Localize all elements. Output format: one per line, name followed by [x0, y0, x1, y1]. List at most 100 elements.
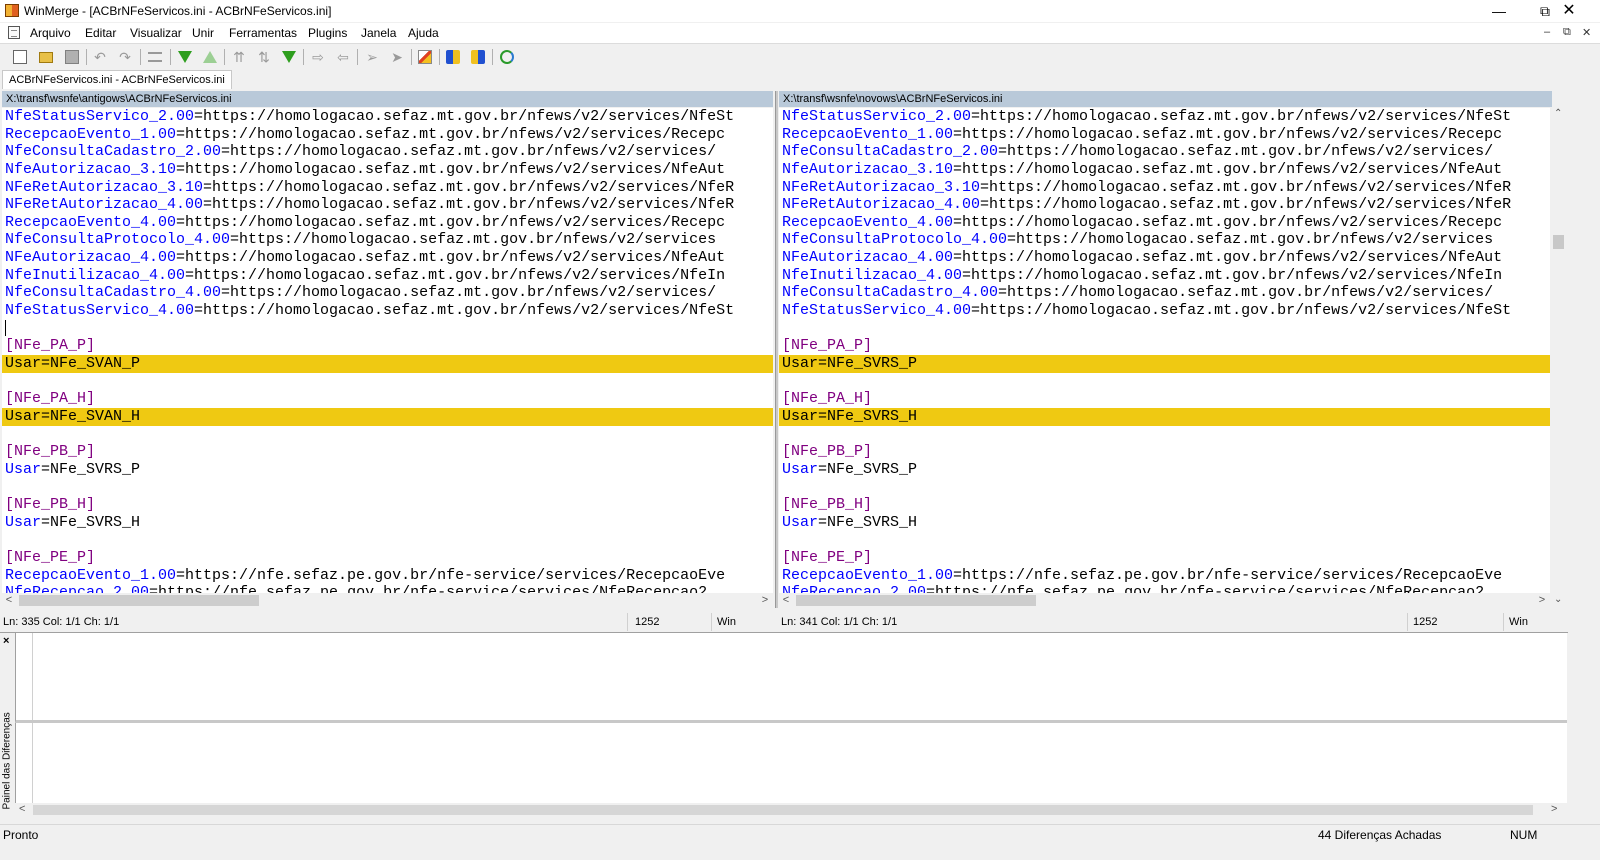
code-line[interactable]: NfeConsultaCadastro_2.00=https://homolog…	[779, 143, 1550, 161]
redo-icon[interactable]: ↷	[115, 47, 135, 67]
save-icon[interactable]	[62, 47, 82, 67]
diff-line[interactable]: Usar=NFe_SVAN_H	[2, 407, 773, 426]
code-line[interactable]	[2, 531, 773, 549]
right-pane-editor[interactable]: NfeStatusServico_2.00=https://homologaca…	[779, 108, 1550, 593]
copy-left-icon[interactable]: ⇦	[333, 47, 353, 67]
code-line[interactable]	[779, 320, 1550, 338]
code-line[interactable]	[779, 426, 1550, 444]
document-tab[interactable]: ACBrNFeServicos.ini - ACBrNFeServicos.in…	[2, 70, 232, 89]
vertical-scroll-thumb[interactable]	[1553, 235, 1564, 249]
diff-line[interactable]: Usar=NFe_SVRS_H	[779, 407, 1550, 426]
scroll-right-icon[interactable]: >	[758, 593, 772, 608]
code-line[interactable]: NFeRetAutorizacao_3.10=https://homologac…	[779, 179, 1550, 197]
menu-janela[interactable]: Janela	[361, 26, 396, 40]
code-line[interactable]: NfeInutilizacao_4.00=https://homologacao…	[2, 267, 773, 285]
code-line[interactable]	[779, 531, 1550, 549]
current-diff-icon[interactable]: ⇅	[254, 47, 274, 67]
code-line[interactable]	[2, 373, 773, 391]
code-line[interactable]: NfeStatusServico_4.00=https://homologaca…	[2, 302, 773, 320]
last-diff-icon[interactable]	[279, 47, 299, 67]
scroll-right-icon[interactable]: >	[1535, 593, 1549, 608]
scroll-left-icon[interactable]: <	[2, 593, 16, 608]
code-line[interactable]: NfeAutorizacao_3.10=https://homologacao.…	[2, 161, 773, 179]
prev-diff-icon[interactable]	[200, 47, 220, 67]
copy-all-right-icon[interactable]	[443, 47, 463, 67]
document-menu-icon[interactable]	[8, 26, 20, 39]
code-line[interactable]: [NFe_PA_P]	[779, 337, 1550, 355]
diff-panel-upper-view[interactable]	[15, 633, 1567, 723]
code-line[interactable]: NFeRetAutorizacao_4.00=https://homologac…	[2, 196, 773, 214]
first-diff-icon[interactable]: ⇈	[229, 47, 249, 67]
code-line[interactable]: [NFe_PB_H]	[779, 496, 1550, 514]
code-line[interactable]: RecepcaoEvento_1.00=https://homologacao.…	[2, 126, 773, 144]
scroll-left-icon[interactable]: <	[19, 803, 25, 815]
mdi-restore-button[interactable]: ⧉	[1563, 26, 1571, 39]
code-line[interactable]: [NFe_PA_P]	[2, 337, 773, 355]
diff-line[interactable]: Usar=NFe_SVRS_P	[779, 354, 1550, 373]
code-line[interactable]: NfeConsultaCadastro_4.00=https://homolog…	[779, 284, 1550, 302]
next-diff-icon[interactable]	[175, 47, 195, 67]
right-horizontal-scroll-thumb[interactable]	[796, 595, 1036, 606]
diff-line[interactable]: Usar=NFe_SVAN_P	[2, 354, 773, 373]
code-line[interactable]: [NFe_PE_P]	[779, 549, 1550, 567]
code-line[interactable]: NFeRetAutorizacao_3.10=https://homologac…	[2, 179, 773, 197]
left-horizontal-scroll-thumb[interactable]	[19, 595, 259, 606]
close-window-button[interactable]: ✕	[1546, 0, 1592, 22]
diff-panel-close-icon[interactable]: ×	[3, 635, 9, 647]
new-icon[interactable]	[10, 47, 30, 67]
diff-panel-horizontal-scrollbar[interactable]: < >	[15, 803, 1566, 817]
mdi-close-button[interactable]: ✕	[1582, 26, 1591, 39]
menu-plugins[interactable]: Plugins	[308, 26, 347, 40]
code-line[interactable]: [NFe_PE_P]	[2, 549, 773, 567]
code-line[interactable]: Usar=NFe_SVRS_P	[2, 461, 773, 479]
menu-arquivo[interactable]: Arquivo	[30, 26, 71, 40]
scroll-left-icon[interactable]: <	[779, 593, 793, 608]
menu-visualizar[interactable]: Visualizar	[130, 26, 182, 40]
code-line[interactable]: [NFe_PB_H]	[2, 496, 773, 514]
code-line[interactable]: Usar=NFe_SVRS_H	[2, 514, 773, 532]
code-line[interactable]: NFeAutorizacao_4.00=https://homologacao.…	[2, 249, 773, 267]
copy-right-icon[interactable]: ⇨	[308, 47, 328, 67]
code-line[interactable]: RecepcaoEvento_4.00=https://homologacao.…	[2, 214, 773, 232]
edit-icon[interactable]	[415, 47, 435, 67]
menu-unir[interactable]: Unir	[192, 26, 214, 40]
left-pane-editor[interactable]: NfeStatusServico_2.00=https://homologaca…	[2, 108, 773, 593]
code-line[interactable]	[779, 478, 1550, 496]
code-line[interactable]: Usar=NFe_SVRS_H	[779, 514, 1550, 532]
code-line[interactable]: NfeConsultaCadastro_4.00=https://homolog…	[2, 284, 773, 302]
code-line[interactable]: RecepcaoEvento_1.00=https://nfe.sefaz.pe…	[779, 567, 1550, 585]
code-line[interactable]: [NFe_PB_P]	[2, 443, 773, 461]
code-line[interactable]: [NFe_PB_P]	[779, 443, 1550, 461]
code-line[interactable]: NfeStatusServico_2.00=https://homologaca…	[2, 108, 773, 126]
scroll-down-icon[interactable]: ⌄	[1554, 594, 1562, 605]
refresh-icon[interactable]	[497, 47, 517, 67]
left-horizontal-scrollbar[interactable]: < >	[2, 593, 773, 608]
code-line[interactable]: NfeConsultaProtocolo_4.00=https://homolo…	[2, 231, 773, 249]
code-line[interactable]: NfeRecepcao_2.00=https://nfe.sefaz.pe.go…	[779, 584, 1550, 593]
mdi-minimize-button[interactable]: –	[1544, 26, 1550, 38]
diff-panel-lower-view[interactable]	[15, 723, 1567, 803]
code-line[interactable]	[2, 478, 773, 496]
menu-ferramentas[interactable]: Ferramentas	[229, 26, 297, 40]
code-line[interactable]: NFeRetAutorizacao_4.00=https://homologac…	[779, 196, 1550, 214]
code-line[interactable]: RecepcaoEvento_1.00=https://nfe.sefaz.pe…	[2, 567, 773, 585]
code-line[interactable]: NFeAutorizacao_4.00=https://homologacao.…	[779, 249, 1550, 267]
code-line[interactable]: NfeStatusServico_4.00=https://homologaca…	[779, 302, 1550, 320]
code-line[interactable]	[2, 426, 773, 444]
right-horizontal-scrollbar[interactable]: < >	[779, 593, 1551, 608]
code-line[interactable]: RecepcaoEvento_1.00=https://homologacao.…	[779, 126, 1550, 144]
undo-icon[interactable]: ↶	[90, 47, 110, 67]
code-line[interactable]: Usar=NFe_SVRS_P	[779, 461, 1550, 479]
open-icon[interactable]	[36, 47, 56, 67]
code-line[interactable]: [NFe_PA_H]	[779, 390, 1550, 408]
pane-splitter[interactable]	[775, 91, 778, 608]
code-line[interactable]	[2, 319, 773, 338]
code-line[interactable]: [NFe_PA_H]	[2, 390, 773, 408]
code-line[interactable]: NfeConsultaProtocolo_4.00=https://homolo…	[779, 231, 1550, 249]
code-line[interactable]: NfeStatusServico_2.00=https://homologaca…	[779, 108, 1550, 126]
code-line[interactable]	[779, 373, 1550, 391]
vertical-scrollbar[interactable]: ⌃ ⌄	[1551, 108, 1566, 608]
code-line[interactable]: NfeInutilizacao_4.00=https://homologacao…	[779, 267, 1550, 285]
code-line[interactable]: RecepcaoEvento_4.00=https://homologacao.…	[779, 214, 1550, 232]
scroll-right-icon[interactable]: >	[1551, 803, 1557, 815]
